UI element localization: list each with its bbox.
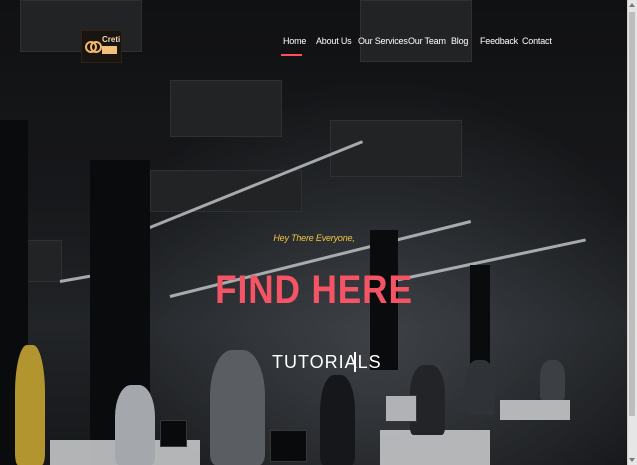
logo-text: Creti [102, 35, 121, 44]
logo-bar [102, 46, 117, 54]
vertical-scrollbar[interactable] [627, 0, 637, 465]
hero-greeting: Hey There Everyone, [273, 233, 355, 243]
hero-typed-text: TUTORIALS [272, 352, 382, 372]
logo-rings-icon [85, 41, 102, 53]
nav-our-team[interactable]: Our Team [408, 36, 446, 46]
hero-headline: FIND HERE [215, 268, 413, 312]
nav-feedback[interactable]: Feedback [480, 36, 518, 46]
typing-cursor [354, 352, 356, 372]
scroll-down-icon[interactable] [629, 458, 635, 462]
scrollbar-thumb[interactable] [629, 12, 635, 416]
nav-contact[interactable]: Contact [522, 36, 552, 46]
nav-about-us[interactable]: About Us [316, 36, 352, 46]
scroll-up-icon[interactable] [629, 3, 635, 7]
site-logo[interactable]: Creti [81, 30, 122, 63]
nav-blog[interactable]: Blog [451, 36, 468, 46]
nav-home[interactable]: Home [283, 36, 306, 46]
nav-active-indicator [281, 54, 302, 56]
hero-section: Creti Home About Us Our Services Our Tea… [0, 0, 628, 465]
nav-our-services[interactable]: Our Services [358, 36, 408, 46]
